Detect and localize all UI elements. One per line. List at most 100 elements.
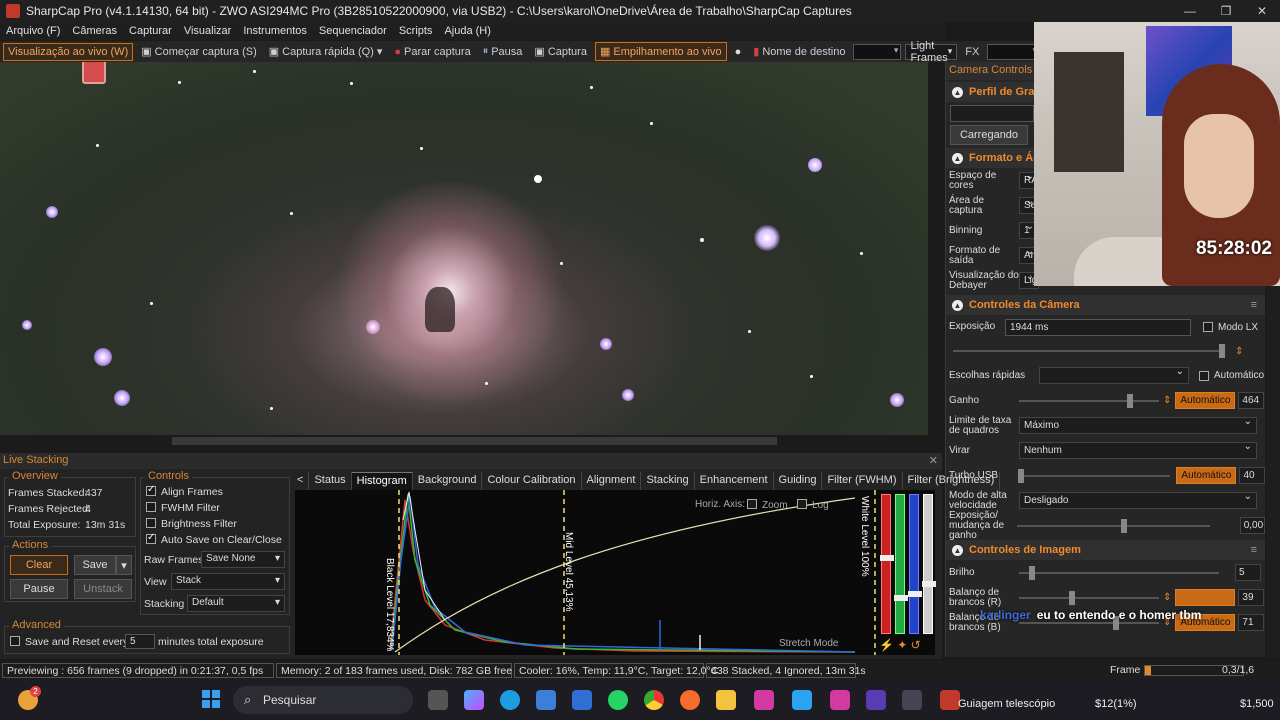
live-view-button[interactable]: Visualização ao vivo (W) bbox=[3, 42, 134, 61]
auto-quick-checkbox[interactable] bbox=[1199, 370, 1209, 381]
lum-slider[interactable] bbox=[922, 494, 936, 634]
preview-vertical-scrollbar[interactable] bbox=[928, 62, 942, 447]
scrollbar-thumb[interactable] bbox=[172, 437, 777, 445]
gain-value[interactable]: 464 bbox=[1238, 392, 1265, 409]
menu-instrumentos[interactable]: Instrumentos bbox=[237, 25, 313, 37]
start-capture-button[interactable]: ▣ Começar captura (S) bbox=[137, 43, 261, 60]
tab-histogram[interactable]: Histogram bbox=[351, 472, 413, 490]
tab-filter-brightness[interactable]: Filter (Brightness) bbox=[903, 472, 1001, 490]
slider-knob[interactable] bbox=[1017, 468, 1024, 483]
menu-cameras[interactable]: Câmeras bbox=[66, 25, 123, 37]
menu-sequenciador[interactable]: Sequenciador bbox=[313, 25, 393, 37]
clear-button[interactable]: Clear bbox=[10, 555, 68, 575]
usb-auto-button[interactable]: Automático bbox=[1176, 467, 1237, 484]
fwhm-filter-checkbox[interactable] bbox=[146, 502, 156, 512]
tab-background[interactable]: Background bbox=[413, 472, 483, 490]
channel-sliders[interactable] bbox=[877, 494, 936, 634]
sharpcap-icon[interactable] bbox=[940, 690, 960, 710]
chrome-icon[interactable] bbox=[644, 690, 664, 710]
stacking-select[interactable]: Default ▾ bbox=[187, 595, 285, 612]
exposure-input[interactable]: 1944 ms bbox=[1005, 318, 1191, 336]
menu-ajuda[interactable]: Ajuda (H) bbox=[438, 25, 496, 37]
tab-enhancement[interactable]: Enhancement bbox=[695, 472, 774, 490]
start-icon[interactable] bbox=[202, 690, 220, 708]
zoom-checkbox[interactable] bbox=[747, 499, 757, 509]
lx-mode-checkbox[interactable] bbox=[1203, 322, 1213, 332]
store-icon[interactable] bbox=[536, 690, 556, 710]
collapse-icon[interactable]: ▲ bbox=[952, 544, 963, 556]
camera-controls-section[interactable]: ▲ Controles da Câmera ≡ bbox=[946, 295, 1265, 315]
target-name-select[interactable] bbox=[853, 43, 902, 60]
preview-image[interactable] bbox=[0, 62, 928, 435]
live-stacking-button[interactable]: ▦ Empilhamento ao vivo bbox=[594, 42, 727, 61]
whatsapp-icon[interactable] bbox=[608, 690, 628, 710]
brightness-slider[interactable] bbox=[1019, 565, 1219, 580]
menu-arquivo[interactable]: Arquivo (F) bbox=[0, 25, 66, 37]
origin-icon[interactable] bbox=[680, 690, 700, 710]
autosave-checkbox[interactable] bbox=[146, 532, 156, 544]
search-box[interactable]: ⌕ Pesquisar bbox=[233, 686, 413, 714]
profile-select[interactable] bbox=[950, 105, 1034, 122]
exp-change-slider[interactable] bbox=[1016, 518, 1210, 533]
frame-type-select[interactable]: Light Frames ▾ bbox=[905, 40, 958, 64]
raw-frames-select[interactable]: Save None ▾ bbox=[201, 551, 285, 568]
slider-knob[interactable] bbox=[1120, 518, 1127, 533]
capture-button[interactable]: ▣ Captura bbox=[530, 43, 591, 60]
tab-colour-calibration[interactable]: Colour Calibration bbox=[482, 472, 582, 490]
copilot-icon[interactable] bbox=[464, 690, 484, 710]
app-icon[interactable] bbox=[866, 690, 886, 710]
gain-slider[interactable] bbox=[1019, 393, 1159, 408]
slider-knob[interactable] bbox=[1219, 344, 1225, 358]
tab-guiding[interactable]: Guiding bbox=[774, 472, 823, 490]
menu-icon[interactable]: ≡ bbox=[1251, 299, 1257, 311]
folder-icon[interactable] bbox=[716, 690, 736, 710]
app-icon[interactable] bbox=[572, 690, 592, 710]
collapse-icon[interactable]: ▲ bbox=[952, 152, 963, 164]
brightness-value[interactable]: 5 bbox=[1235, 564, 1261, 581]
close-button[interactable]: ✕ bbox=[1244, 0, 1280, 22]
tab-filter-fwhm[interactable]: Filter (FWHM) bbox=[822, 472, 903, 490]
usb-slider[interactable] bbox=[1017, 468, 1171, 483]
app-icon[interactable] bbox=[830, 690, 850, 710]
green-slider[interactable] bbox=[894, 494, 908, 634]
quick-capture-button[interactable]: ▣ Captura rápida (Q) ▾ bbox=[265, 43, 387, 60]
collapse-icon[interactable]: ▲ bbox=[952, 299, 963, 311]
exp-change-value[interactable]: 0,00 bbox=[1239, 517, 1265, 534]
wb-r-slider[interactable] bbox=[1019, 590, 1159, 605]
preview-horizontal-scrollbar[interactable] bbox=[0, 435, 928, 447]
image-controls-section[interactable]: ▲ Controles de Imagem ≡ bbox=[946, 540, 1265, 560]
auto-stretch-icon[interactable]: ⚡ ✦ ↺ bbox=[879, 638, 921, 652]
tab-alignment[interactable]: Alignment bbox=[582, 472, 642, 490]
high-speed-select[interactable]: Desligado bbox=[1019, 491, 1257, 509]
gain-auto-button[interactable]: Automático bbox=[1175, 392, 1236, 409]
save-reset-checkbox[interactable] bbox=[10, 636, 20, 646]
unstack-button[interactable]: Unstack bbox=[74, 579, 132, 599]
slider-knob[interactable] bbox=[1029, 565, 1035, 580]
edge-icon[interactable] bbox=[500, 690, 520, 710]
usb-value[interactable]: 40 bbox=[1239, 467, 1265, 484]
pause-stack-button[interactable]: Pause bbox=[10, 579, 68, 599]
stepper-icon[interactable]: ⇕ bbox=[1163, 395, 1171, 406]
blue-slider[interactable] bbox=[908, 494, 922, 634]
collapse-icon[interactable]: ▲ bbox=[952, 86, 963, 98]
pause-button[interactable]: ⏸ Pausa bbox=[479, 43, 527, 60]
close-icon[interactable]: ✕ bbox=[929, 454, 938, 467]
brightness-filter-checkbox[interactable] bbox=[146, 518, 156, 528]
frame-rate-select[interactable]: Máximo bbox=[1019, 416, 1257, 434]
view-select[interactable]: Stack ▾ bbox=[171, 573, 285, 590]
slider-knob[interactable] bbox=[1127, 393, 1133, 408]
app-icon[interactable] bbox=[902, 690, 922, 710]
menu-capturar[interactable]: Capturar bbox=[123, 25, 178, 37]
save-button[interactable]: Save bbox=[74, 555, 116, 575]
menu-scripts[interactable]: Scripts bbox=[393, 25, 439, 37]
maximize-button[interactable]: ❐ bbox=[1208, 0, 1244, 22]
histogram-area[interactable]: Black Level 17,834% Mid Level 45,13% Whi… bbox=[295, 490, 936, 655]
taskbar-app-title[interactable]: Guiagem telescópio bbox=[958, 698, 1055, 710]
wb-r-value[interactable]: 39 bbox=[1238, 589, 1265, 606]
wb-b-value[interactable]: 71 bbox=[1238, 614, 1265, 631]
save-dropdown-button[interactable]: ▾ bbox=[116, 555, 132, 575]
record-icon[interactable]: ● bbox=[731, 44, 746, 60]
flip-select[interactable]: Nenhum bbox=[1019, 441, 1257, 459]
stop-capture-button[interactable]: ● Parar captura bbox=[390, 44, 474, 60]
task-view-icon[interactable] bbox=[428, 690, 448, 710]
